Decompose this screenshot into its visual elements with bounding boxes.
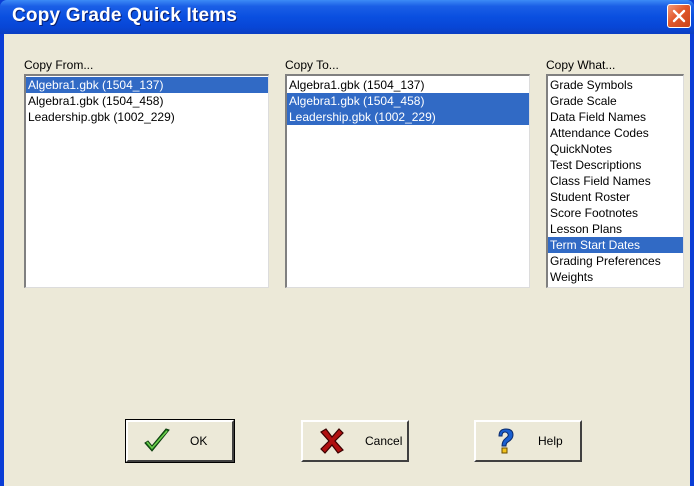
window-title: Copy Grade Quick Items <box>12 5 238 26</box>
help-button[interactable]: Help <box>474 420 582 462</box>
list-item[interactable]: Student Roster <box>548 189 683 205</box>
x-icon <box>320 428 344 454</box>
list-item[interactable]: Algebra1.gbk (1504_458) <box>287 93 529 109</box>
copy-from-label: Copy From... <box>24 58 94 72</box>
dialog-body: Copy From... Algebra1.gbk (1504_137) Alge… <box>4 34 690 486</box>
copy-what-label: Copy What... <box>546 58 616 72</box>
list-item[interactable]: Algebra1.gbk (1504_458) <box>26 93 268 109</box>
question-mark-icon <box>498 428 514 454</box>
cancel-button[interactable]: Cancel <box>301 420 409 462</box>
ok-button[interactable]: OK <box>125 419 235 463</box>
list-item[interactable]: Grading Preferences <box>548 253 683 269</box>
list-item[interactable]: Score Footnotes <box>548 205 683 221</box>
copy-from-listbox[interactable]: Algebra1.gbk (1504_137) Algebra1.gbk (150… <box>24 74 269 288</box>
list-item[interactable]: QuickNotes <box>548 141 683 157</box>
checkmark-icon <box>144 428 170 452</box>
ok-label: OK <box>190 434 208 448</box>
dialog-window: Copy Grade Quick Items Copy From... Alge… <box>0 0 694 486</box>
list-item[interactable]: Attendance Codes <box>548 125 683 141</box>
copy-to-label: Copy To... <box>285 58 339 72</box>
list-item[interactable]: Leadership.gbk (1002_229) <box>26 109 268 125</box>
list-item[interactable]: Class Field Names <box>548 173 683 189</box>
copy-to-listbox[interactable]: Algebra1.gbk (1504_137) Algebra1.gbk (150… <box>285 74 530 288</box>
list-item[interactable]: Grade Symbols <box>548 77 683 93</box>
list-item[interactable]: Test Descriptions <box>548 157 683 173</box>
title-bar[interactable]: Copy Grade Quick Items <box>0 0 694 34</box>
list-item[interactable]: Weights <box>548 269 683 285</box>
close-button[interactable] <box>667 4 691 28</box>
list-item[interactable]: Term Start Dates <box>548 237 683 253</box>
list-item[interactable]: Lesson Plans <box>548 221 683 237</box>
help-label: Help <box>538 434 563 448</box>
list-item[interactable]: Grade Scale <box>548 93 683 109</box>
list-item[interactable]: Algebra1.gbk (1504_137) <box>26 77 268 93</box>
close-icon <box>672 9 686 23</box>
list-item[interactable]: Algebra1.gbk (1504_137) <box>287 77 529 93</box>
list-item[interactable]: Data Field Names <box>548 109 683 125</box>
copy-what-listbox[interactable]: Grade Symbols Grade Scale Data Field Names… <box>546 74 684 288</box>
list-item[interactable]: Leadership.gbk (1002_229) <box>287 109 529 125</box>
cancel-label: Cancel <box>365 434 403 448</box>
